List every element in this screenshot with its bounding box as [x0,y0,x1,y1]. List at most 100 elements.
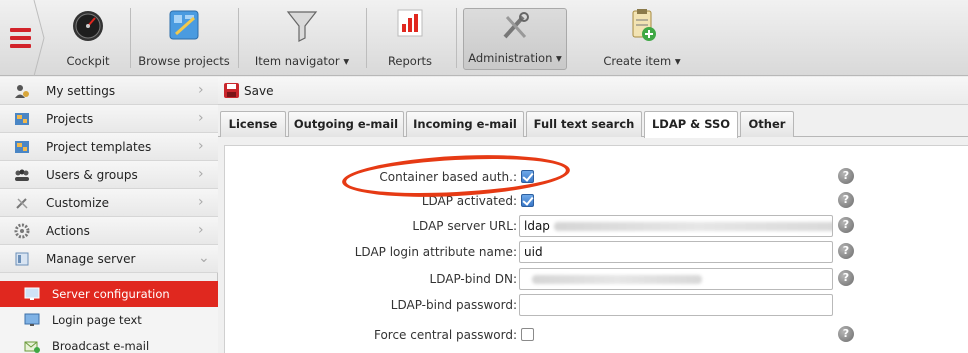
form-row-force-central-password: Force central password: ? [225,322,968,348]
settings-tabs: License Outgoing e-mail Incoming e-mail … [218,111,968,138]
toolbar-divider [456,8,457,68]
chevron-down-icon: ⌄ [198,250,210,266]
toolbar-cockpit[interactable]: Cockpit [52,0,124,76]
form-row-ldap-activated: LDAP activated: ? [225,188,968,214]
chevron-down-icon: ▾ [556,51,562,65]
chevron-right-icon: › [198,110,204,126]
sidebar-item-actions[interactable]: Actions › [0,217,218,245]
monitor-icon [24,287,40,300]
main-content: Save License Outgoing e-mail Incoming e-… [218,77,968,353]
funnel-icon [286,11,318,42]
sidebar-item-manage-server[interactable]: Manage server ⌄ [0,245,218,273]
toolbar-divider [366,8,367,68]
sidebar-subitem-login-page-text[interactable]: Login page text [0,307,218,333]
tab-incoming-email[interactable]: Incoming e-mail [406,111,524,137]
help-icon[interactable]: ? [838,168,854,184]
sidebar-item-label: Customize [46,196,109,210]
tab-license[interactable]: License [220,111,286,137]
help-icon[interactable]: ? [838,326,854,342]
help-icon[interactable]: ? [838,243,854,259]
field-label: LDAP-bind DN: [429,272,517,286]
toolbar-administration-label: Administration ▾ [468,51,562,65]
projects-icon [15,113,29,125]
chevron-right-icon: › [198,166,204,182]
chevron-right-icon: › [198,82,204,98]
ldap-bind-dn-input[interactable] [519,268,833,290]
sidebar-subitem-label: Server configuration [52,287,170,301]
tab-full-text-search[interactable]: Full text search [526,111,642,137]
ldap-sso-panel: Container based auth.: ? LDAP activated:… [224,145,968,353]
sidebar-item-label: Manage server [46,252,136,266]
chevron-right-icon: › [198,194,204,210]
force-central-password-checkbox[interactable] [521,328,534,341]
sidebar-item-label: Users & groups [46,168,138,182]
sidebar-item-project-templates[interactable]: Project templates › [0,133,218,161]
help-icon[interactable]: ? [838,192,854,208]
server-icon [15,252,29,266]
sidebar-item-label: Projects [46,112,94,126]
toolbar-create-item[interactable]: Create item ▾ [592,0,692,76]
clipboard-add-icon [632,9,656,41]
redacted-text [532,275,702,284]
toolbar-reports[interactable]: Reports [374,0,446,76]
toolbar-item-navigator-label: Item navigator ▾ [254,54,350,68]
help-icon[interactable]: ? [838,270,854,286]
wrench-icon [16,198,28,209]
save-button-label: Save [244,84,274,98]
toolbar-browse-projects[interactable]: Browse projects [134,0,234,76]
toolbar-administration[interactable]: Administration ▾ [463,8,567,70]
help-icon[interactable]: ? [838,217,854,233]
sidebar-subitem-broadcast-email[interactable]: Broadcast e-mail [0,333,218,353]
project-templates-icon [15,141,29,153]
sidebar-item-projects[interactable]: Projects › [0,105,218,133]
ldap-bind-password-input[interactable] [519,294,833,316]
sidebar-item-label: Actions [46,224,90,238]
redacted-text [553,222,832,231]
sidebar-item-customize[interactable]: Customize › [0,189,218,217]
action-bar: Save [218,77,968,105]
browse-projects-icon [169,10,199,40]
sidebar-item-users-groups[interactable]: Users & groups › [0,161,218,189]
sidebar-item-label: My settings [46,84,116,98]
field-label: Force central password: [373,328,517,342]
tab-ldap-sso[interactable]: LDAP & SSO [644,111,738,138]
toolbar-divider [238,8,239,68]
form-row-ldap-server-url: LDAP server URL: ldap ? [225,213,968,239]
sidebar: My settings › Projects › Project templat… [0,77,218,353]
form-row-ldap-bind-password: LDAP-bind password: [225,292,968,318]
toolbar-create-item-label: Create item ▾ [603,54,681,68]
floppy-disk-icon [224,83,239,98]
field-label: LDAP server URL: [412,219,517,233]
main-toolbar: Cockpit Browse projects Item navigator ▾… [0,0,968,76]
user-gear-icon [15,85,29,98]
chevron-right-icon: › [198,138,204,154]
sidebar-subitem-label: Login page text [52,313,142,327]
toolbar-item-navigator[interactable]: Item navigator ▾ [246,0,358,76]
tab-outgoing-email[interactable]: Outgoing e-mail [288,111,404,137]
form-row-container-auth: Container based auth.: ? [225,164,968,190]
broadcast-mail-icon [24,341,40,353]
ldap-server-url-input[interactable]: ldap [519,215,833,237]
save-button[interactable]: Save [224,82,273,100]
form-row-ldap-bind-dn: LDAP-bind DN: ? [225,266,968,292]
field-label: LDAP-bind password: [390,298,517,312]
ldap-login-attribute-input[interactable]: uid [519,241,833,263]
form-row-ldap-login-attribute: LDAP login attribute name: uid ? [225,239,968,265]
bar-chart-icon [397,9,423,37]
chevron-down-icon: ▾ [343,54,350,68]
tab-other[interactable]: Other [740,111,794,137]
ldap-activated-checkbox[interactable] [521,194,534,207]
sidebar-subitem-server-configuration[interactable]: Server configuration [0,281,218,307]
toolbar-reports-label: Reports [387,54,433,68]
monitor-login-icon [24,313,40,326]
sidebar-subitem-label: Broadcast e-mail [52,339,150,353]
sidebar-item-label: Project templates [46,140,152,154]
toolbar-browse-projects-label: Browse projects [138,54,230,68]
users-icon [15,169,29,181]
toolbar-cockpit-label: Cockpit [66,54,110,68]
toolbar-separator-chevron [33,0,45,76]
chevron-down-icon: ▾ [674,54,681,68]
sidebar-item-my-settings[interactable]: My settings › [0,77,218,105]
gear-icon [14,223,30,239]
chevron-right-icon: › [198,222,204,238]
